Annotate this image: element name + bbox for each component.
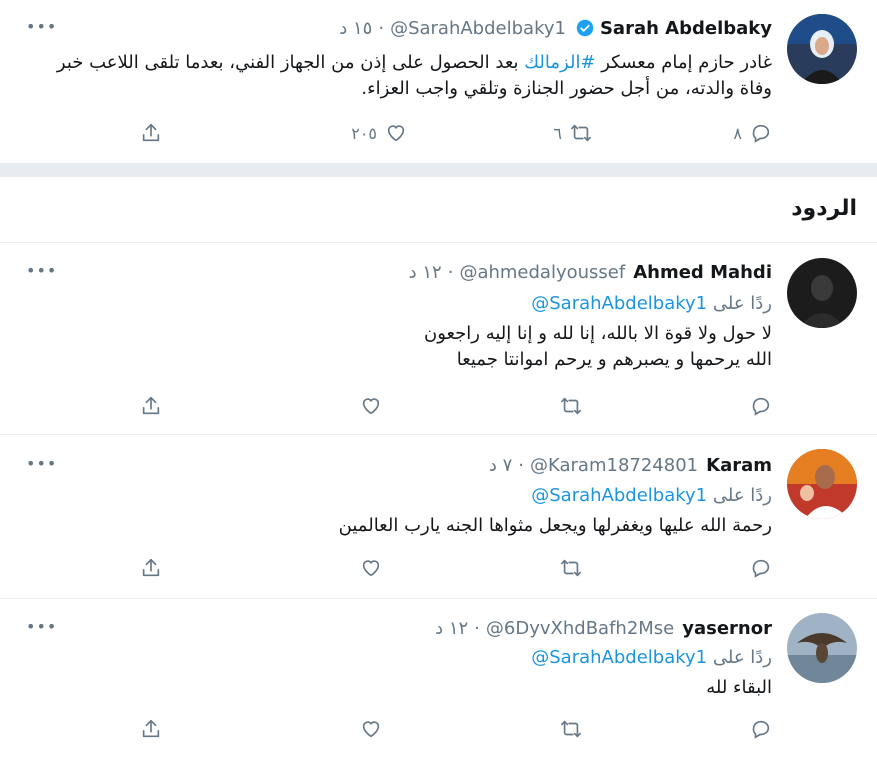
retweet-icon	[560, 395, 582, 417]
like-icon	[360, 395, 382, 417]
tweet-header: yasernor @6DyvXhdBafh2Mse · ١٢ د	[435, 617, 772, 639]
share-icon	[140, 718, 162, 740]
separator-dot: ·	[447, 261, 454, 283]
mention-link[interactable]: @SarahAbdelbaky1	[531, 485, 707, 506]
reply-icon	[750, 557, 772, 579]
mention-link[interactable]: @SarahAbdelbaky1	[531, 293, 707, 314]
avatar[interactable]	[787, 449, 857, 519]
separator-dot: ·	[518, 454, 525, 476]
like-button[interactable]: ٢٠٥	[351, 120, 407, 146]
more-icon[interactable]: •••	[26, 261, 57, 280]
retweet-button[interactable]	[560, 555, 582, 581]
reply-button[interactable]	[750, 716, 772, 742]
retweet-button[interactable]	[560, 393, 582, 419]
like-button[interactable]	[360, 555, 382, 581]
tweet-text: ردًا على @SarahAbdelbaky1 البقاء لله	[20, 645, 772, 701]
reply-to-line: ردًا على @SarahAbdelbaky1	[20, 483, 772, 509]
share-icon	[140, 395, 162, 417]
share-button[interactable]	[140, 393, 162, 419]
tweet-actions	[140, 716, 772, 742]
tweet-time[interactable]: ٧ د	[489, 455, 512, 476]
hashtag-link[interactable]: #الزمالك	[524, 52, 595, 73]
reply-prefix: ردًا على	[712, 647, 772, 668]
tweet-time[interactable]: ١٥ د	[339, 18, 372, 39]
avatar[interactable]	[787, 258, 857, 328]
reply-prefix: ردًا على	[712, 293, 772, 314]
share-button[interactable]	[140, 120, 162, 146]
reply-text-line1: البقاء لله	[706, 677, 772, 698]
reply-button[interactable]	[750, 393, 772, 419]
author-name[interactable]: Sarah Abdelbaky	[600, 18, 772, 39]
like-button[interactable]	[360, 716, 382, 742]
like-count: ٢٠٥	[351, 123, 377, 143]
replies-header: الردود	[791, 196, 857, 221]
section-divider	[0, 163, 877, 177]
tweet-actions	[140, 555, 772, 581]
separator-dot: ·	[378, 17, 385, 39]
reply-tweet[interactable]: Karam @Karam18724801 · ٧ د ••• ردًا على …	[0, 435, 877, 599]
reply-text-line1: لا حول ولا قوة الا بالله، إنا لله و إنا …	[423, 323, 772, 344]
like-icon	[360, 718, 382, 740]
reply-count: ٨	[733, 123, 742, 143]
tweet-time[interactable]: ١٢ د	[409, 262, 442, 283]
author-handle[interactable]: @SarahAbdelbaky1	[390, 18, 566, 39]
retweet-icon	[560, 557, 582, 579]
tweet-text: غادر حازم إمام معسكر #الزمالك بعد الحصول…	[20, 50, 772, 102]
author-name[interactable]: Ahmed Mahdi	[633, 262, 772, 283]
retweet-button[interactable]: ٦	[553, 120, 592, 146]
tweet-actions: ٨ ٦ ٢٠٥	[140, 120, 772, 146]
tweet-text: ردًا على @SarahAbdelbaky1 لا حول ولا قوة…	[20, 291, 772, 373]
share-icon	[140, 557, 162, 579]
tweet-header: Ahmed Mahdi @ahmedalyoussef · ١٢ د	[409, 261, 772, 283]
reply-to-line: ردًا على @SarahAbdelbaky1	[20, 291, 772, 317]
mention-link[interactable]: @SarahAbdelbaky1	[531, 647, 707, 668]
reply-button[interactable]	[750, 555, 772, 581]
more-icon[interactable]: •••	[26, 454, 57, 473]
retweet-icon	[570, 122, 592, 144]
retweet-icon	[560, 718, 582, 740]
more-icon[interactable]: •••	[26, 617, 57, 636]
more-icon[interactable]: •••	[26, 17, 57, 36]
author-name[interactable]: Karam	[706, 455, 772, 476]
avatar[interactable]	[787, 613, 857, 683]
avatar[interactable]	[787, 14, 857, 84]
author-name[interactable]: yasernor	[682, 618, 772, 639]
tweet-header: Karam @Karam18724801 · ٧ د	[489, 454, 772, 476]
reply-button[interactable]: ٨	[733, 120, 772, 146]
reply-text-line1: رحمة الله عليها ويغفرلها ويجعل مثواها ال…	[338, 515, 772, 536]
verified-icon	[576, 19, 594, 37]
reply-prefix: ردًا على	[712, 485, 772, 506]
share-button[interactable]	[140, 716, 162, 742]
tweet-header: Sarah Abdelbaky @SarahAbdelbaky1 · ١٥ د	[339, 17, 772, 39]
author-handle[interactable]: @ahmedalyoussef	[459, 262, 625, 283]
reply-icon	[750, 122, 772, 144]
reply-icon	[750, 395, 772, 417]
tweet-text: ردًا على @SarahAbdelbaky1 رحمة الله عليه…	[20, 483, 772, 539]
retweet-count: ٦	[553, 123, 562, 143]
reply-tweet[interactable]: Ahmed Mahdi @ahmedalyoussef · ١٢ د ••• ر…	[0, 243, 877, 435]
like-icon	[360, 557, 382, 579]
reply-to-line: ردًا على @SarahAbdelbaky1	[20, 645, 772, 671]
tweet-time[interactable]: ١٢ د	[435, 618, 468, 639]
like-icon	[385, 122, 407, 144]
share-button[interactable]	[140, 555, 162, 581]
reply-tweet[interactable]: yasernor @6DyvXhdBafh2Mse · ١٢ د ••• ردً…	[0, 599, 877, 759]
reply-icon	[750, 718, 772, 740]
separator-dot: ·	[474, 617, 480, 639]
like-button[interactable]	[360, 393, 382, 419]
author-handle[interactable]: @6DyvXhdBafh2Mse	[486, 618, 674, 639]
reply-text-line2: الله يرحمها و يصبرهم و يرحم اموانتا جميع…	[456, 349, 772, 370]
author-handle[interactable]: @Karam18724801	[530, 455, 698, 476]
share-icon	[140, 122, 162, 144]
retweet-button[interactable]	[560, 716, 582, 742]
tweet-text-part1: غادر حازم إمام معسكر	[595, 52, 772, 73]
tweet-actions	[140, 393, 772, 419]
main-tweet[interactable]: Sarah Abdelbaky @SarahAbdelbaky1 · ١٥ د …	[0, 0, 877, 164]
